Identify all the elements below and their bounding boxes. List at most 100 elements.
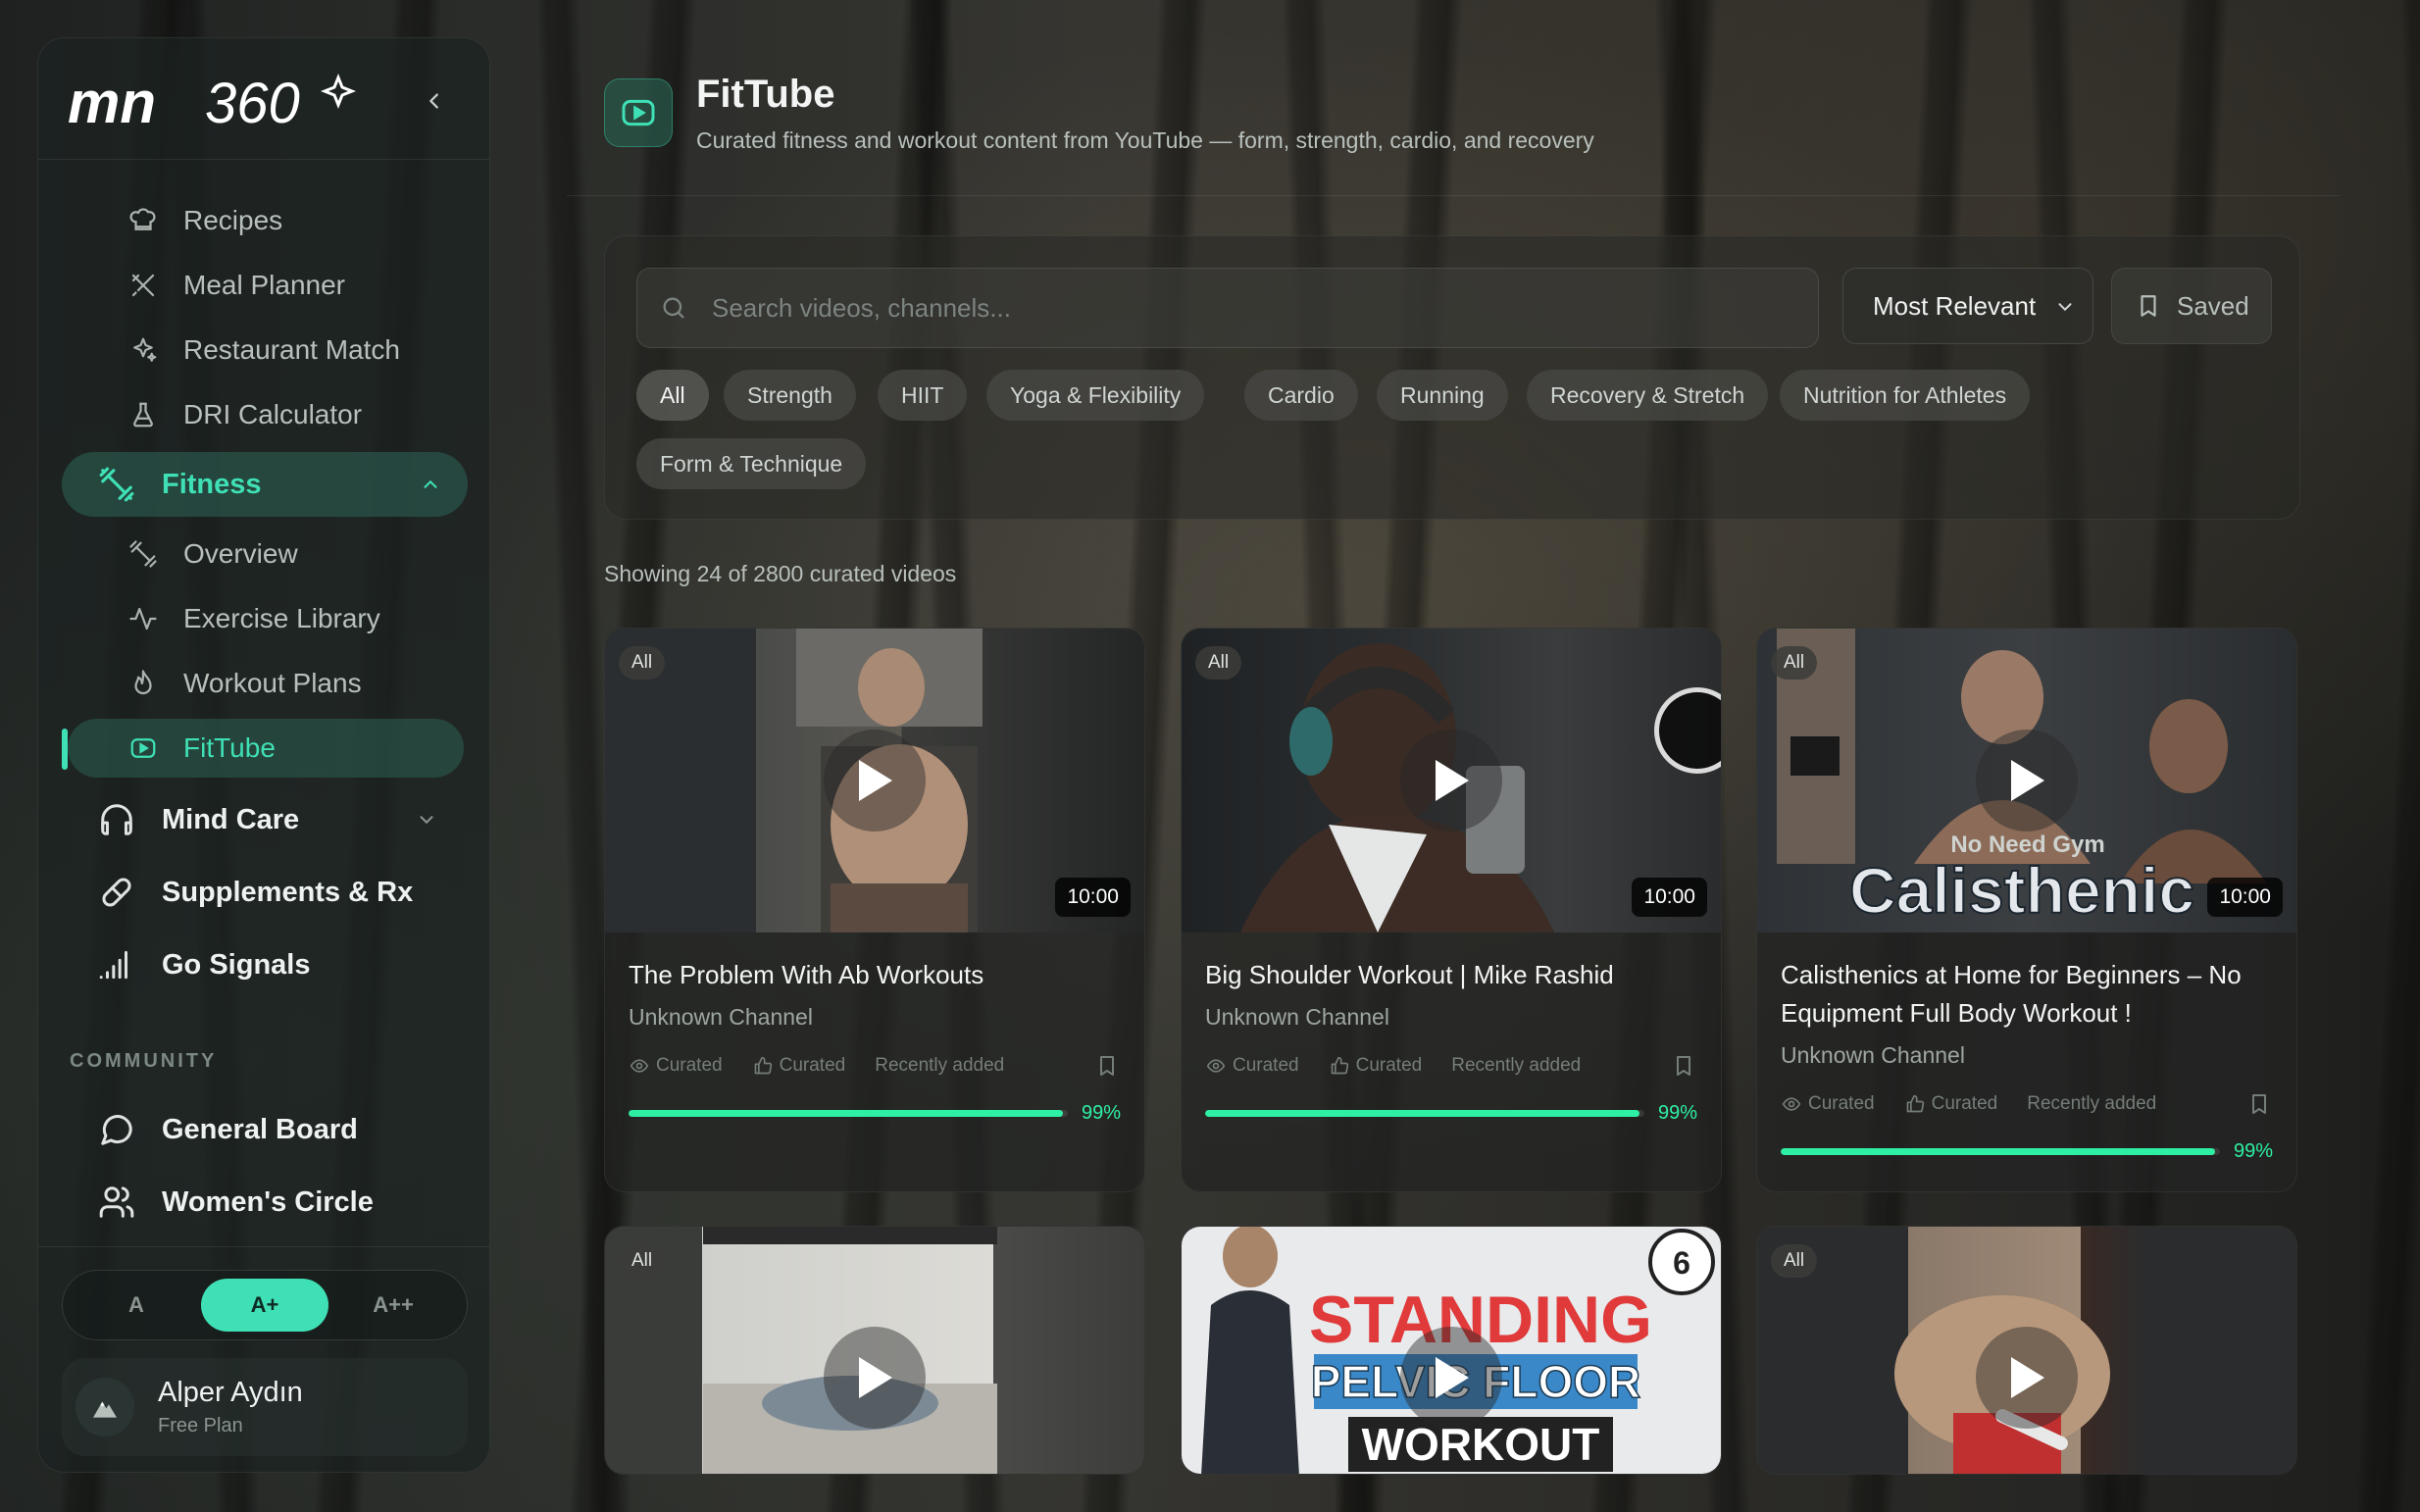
video-thumbnail[interactable]: 6 STANDING PELVIC FLOOR WORKOUT [1182, 1227, 1721, 1474]
utensils-crossed-icon [126, 269, 160, 302]
sidebar-item-label: Recipes [183, 205, 283, 235]
bookmark-icon[interactable] [2245, 1090, 2273, 1118]
sidebar-item-womens-circle[interactable]: Women's Circle [62, 1170, 464, 1235]
user-name: Alper Aydın [158, 1377, 303, 1408]
collapse-sidebar-button[interactable] [419, 85, 450, 117]
video-card[interactable]: All [604, 1226, 1145, 1475]
chevron-up-icon [417, 471, 444, 498]
font-size-option-large[interactable]: A++ [329, 1279, 457, 1332]
video-channel[interactable]: Unknown Channel [1205, 1004, 1697, 1031]
search-input[interactable] [712, 292, 1790, 324]
chip-strength[interactable]: Strength [724, 370, 856, 421]
thumbnail-text: Calisthenic [1849, 854, 2194, 927]
play-button[interactable] [1976, 1327, 2078, 1429]
chef-hat-icon [126, 204, 160, 237]
progress-track [1781, 1147, 2220, 1155]
bookmark-icon[interactable] [1093, 1052, 1121, 1080]
chip-recovery-stretch[interactable]: Recovery & Stretch [1527, 370, 1769, 421]
font-size-option-small[interactable]: A [73, 1279, 200, 1332]
video-duration: 10:00 [1055, 878, 1131, 917]
video-added: Recently added [875, 1055, 1005, 1076]
thumbnail-corner-text: 6 [1673, 1245, 1690, 1281]
user-plan: Free Plan [158, 1415, 243, 1436]
video-card[interactable]: 6 STANDING PELVIC FLOOR WORKOUT [1181, 1226, 1722, 1475]
sidebar-item-general-board[interactable]: General Board [62, 1097, 464, 1162]
video-thumbnail[interactable]: All [1757, 1227, 2296, 1474]
sparkles-icon [126, 333, 160, 367]
results-count: Showing 24 of 2800 curated videos [604, 561, 957, 586]
svg-text:mn: mn [68, 72, 156, 135]
sidebar-item-label: FitTube [183, 732, 276, 763]
sidebar-item-meal-planner[interactable]: Meal Planner [111, 256, 464, 315]
chip-all[interactable]: All [636, 370, 709, 421]
video-channel[interactable]: Unknown Channel [629, 1004, 1121, 1031]
video-thumbnail[interactable]: All 10:00 [1182, 629, 1721, 932]
sidebar-item-recipes[interactable]: Recipes [111, 191, 464, 250]
flask-icon [126, 398, 160, 431]
video-thumbnail[interactable]: No Need Gym Calisthenic All 10:00 [1757, 629, 2296, 932]
chip-yoga-flexibility[interactable]: Yoga & Flexibility [986, 370, 1205, 421]
dumbbell-small-icon [126, 537, 160, 571]
sidebar-item-label: Workout Plans [183, 668, 362, 698]
chip-running[interactable]: Running [1377, 370, 1508, 421]
sidebar-item-label: Go Signals [162, 948, 311, 981]
video-card[interactable]: All [1756, 1226, 2297, 1475]
video-channel[interactable]: Unknown Channel [1781, 1042, 2273, 1069]
sidebar-item-dri-calculator[interactable]: DRI Calculator [111, 385, 464, 444]
search-icon [657, 291, 690, 325]
thumbnail-text-line: WORKOUT [1362, 1419, 1600, 1470]
sort-select[interactable]: Most Relevant [1842, 268, 2093, 344]
play-icon [2011, 760, 2044, 801]
saved-button-label: Saved [2177, 290, 2249, 321]
video-title[interactable]: Calisthenics at Home for Beginners – No … [1781, 956, 2273, 1033]
play-button[interactable] [1400, 1327, 1502, 1429]
sidebar-item-label: Meal Planner [183, 270, 345, 300]
sidebar-item-label: Supplements & Rx [162, 876, 414, 908]
app-logo[interactable]: mn 360 [68, 72, 362, 140]
sidebar-item-fittube[interactable]: FitTube [68, 719, 464, 778]
fittube-header-icon [604, 78, 673, 147]
video-card[interactable]: All 10:00 Big Shoulder Workout | Mike Ra… [1181, 628, 1722, 1192]
category-badge: All [619, 646, 666, 680]
saved-button[interactable]: Saved [2111, 268, 2272, 344]
video-views: Curated [1808, 1093, 1875, 1114]
video-likes: Curated [1931, 1093, 1998, 1114]
user-profile-card[interactable]: Alper Aydın Free Plan [62, 1358, 468, 1456]
sidebar-item-exercise-library[interactable]: Exercise Library [111, 589, 464, 648]
video-thumbnail[interactable]: All 10:00 [605, 629, 1144, 932]
progress-track [629, 1109, 1068, 1117]
dumbbell-icon [97, 465, 136, 504]
play-button[interactable] [824, 1327, 926, 1429]
video-title[interactable]: The Problem With Ab Workouts [629, 956, 1121, 994]
font-size-option-medium[interactable]: A+ [201, 1279, 328, 1332]
video-views: Curated [656, 1055, 723, 1076]
play-button[interactable] [824, 730, 926, 832]
video-card[interactable]: No Need Gym Calisthenic All 10:00 Calist… [1756, 628, 2297, 1192]
sidebar-item-overview[interactable]: Overview [111, 525, 464, 583]
sidebar-item-go-signals[interactable]: Go Signals [62, 932, 464, 997]
video-card[interactable]: All 10:00 The Problem With Ab Workouts U… [604, 628, 1145, 1192]
play-button[interactable] [1976, 730, 2078, 832]
chip-cardio[interactable]: Cardio [1244, 370, 1358, 421]
avatar [76, 1378, 134, 1436]
video-thumbnail[interactable]: All [605, 1227, 1144, 1474]
chip-hiit[interactable]: HIIT [878, 370, 968, 421]
progress-percent: 99% [1081, 1101, 1121, 1124]
chip-nutrition-athletes[interactable]: Nutrition for Athletes [1780, 370, 2031, 421]
sidebar-item-workout-plans[interactable]: Workout Plans [111, 654, 464, 713]
video-title[interactable]: Big Shoulder Workout | Mike Rashid [1205, 956, 1697, 994]
video-likes: Curated [1355, 1055, 1423, 1076]
progress-fill [629, 1109, 1064, 1117]
sidebar-item-fitness[interactable]: Fitness [62, 452, 468, 517]
play-icon [859, 1357, 892, 1398]
play-button[interactable] [1400, 730, 1502, 832]
bookmark-icon[interactable] [1670, 1052, 1697, 1080]
sidebar-item-mind-care[interactable]: Mind Care [62, 787, 464, 852]
eye-icon [1781, 1093, 1802, 1115]
sidebar-item-restaurant-match[interactable]: Restaurant Match [111, 321, 464, 379]
chip-form-technique[interactable]: Form & Technique [636, 438, 867, 489]
youtube-icon [126, 731, 160, 765]
sidebar-divider [38, 1246, 489, 1247]
sidebar-item-supplements[interactable]: Supplements & Rx [62, 860, 464, 925]
sidebar-header: mn 360 [38, 38, 489, 160]
